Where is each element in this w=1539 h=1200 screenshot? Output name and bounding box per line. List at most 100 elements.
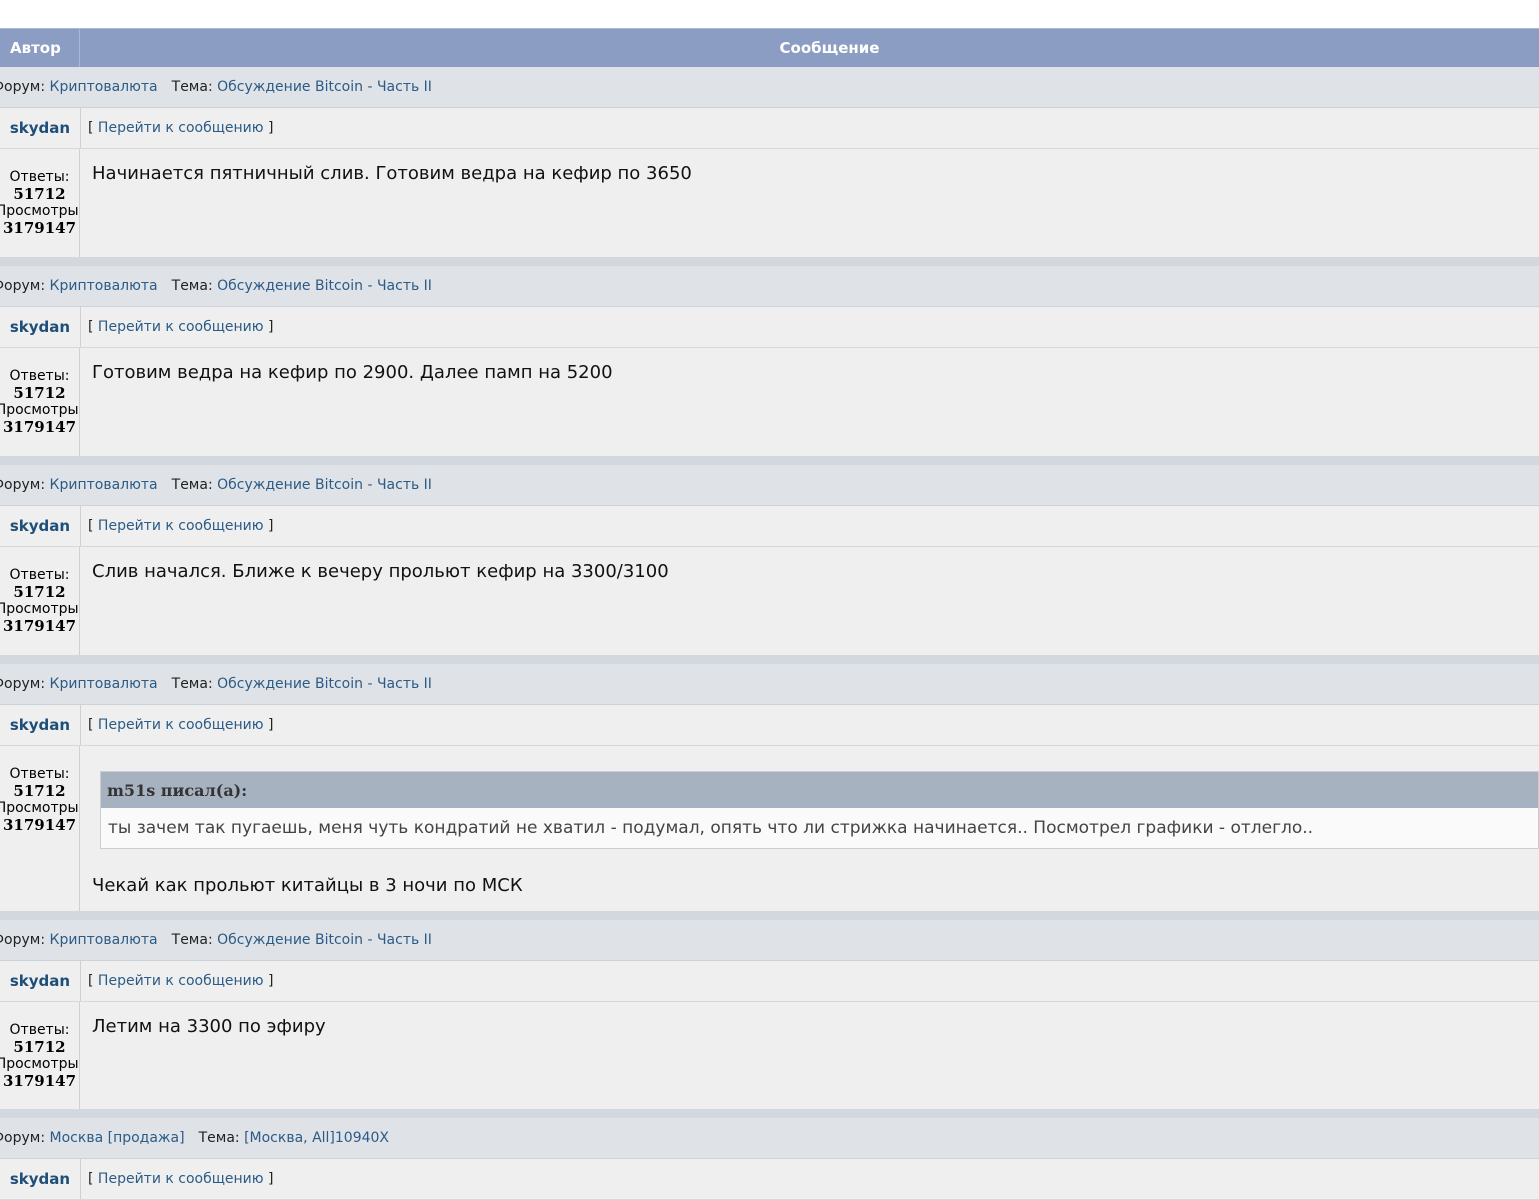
forum-link[interactable]: Криптовалюта	[50, 932, 158, 948]
bracket-open: [	[88, 717, 94, 733]
replies-label: Ответы:	[9, 567, 70, 583]
bracket-open: [	[88, 319, 94, 335]
bracket-open: [	[88, 973, 94, 989]
post-body-row: Ответы: 51712 Просмотры: 3179147 Начинае…	[0, 149, 1539, 257]
goto-post-link[interactable]: Перейти к сообщению	[98, 319, 264, 335]
post-context-row: Форум: Криптовалюта Тема: Обсуждение Bitc…	[0, 664, 1539, 705]
post-context-row: Форум: Москва [продажа] Тема: [Москва, Al…	[0, 1118, 1539, 1159]
post-message-area: m51s писал(а): ты зачем так пугаешь, мен…	[80, 746, 1539, 911]
forum-link[interactable]: Криптовалюта	[50, 79, 158, 95]
author-name[interactable]: skydan	[0, 961, 81, 1001]
replies-count: 51712	[13, 782, 66, 800]
post-block: Форум: Криптовалюта Тема: Обсуждение Bitc…	[0, 920, 1539, 1118]
views-label: Просмотры:	[0, 800, 80, 816]
message-column-header: Сообщение	[779, 39, 880, 57]
post-context-row: Форум: Криптовалюта Тема: Обсуждение Bitc…	[0, 67, 1539, 108]
topic-stats: Ответы: 51712 Просмотры: 3179147	[0, 746, 80, 911]
topic-link[interactable]: [Москва, All]10940X	[244, 1130, 389, 1146]
post-body-row: Ответы: 51712 Просмотры: 3179147 Летим н…	[0, 1002, 1539, 1109]
post-body-row: Ответы: 51712 Просмотры: 3179147 Слив на…	[0, 547, 1539, 655]
bracket-close: ]	[268, 973, 274, 989]
post-author-row: skydan [ Перейти к сообщению ]	[0, 307, 1539, 348]
bracket-open: [	[88, 120, 94, 136]
bracket-close: ]	[268, 518, 274, 534]
views-label: Просмотры:	[0, 203, 80, 219]
goto-post-link[interactable]: Перейти к сообщению	[98, 518, 264, 534]
replies-count: 51712	[13, 185, 66, 203]
post-context-row: Форум: Криптовалюта Тема: Обсуждение Bitc…	[0, 920, 1539, 961]
forum-label: Форум:	[0, 676, 46, 692]
post-author-row: skydan [ Перейти к сообщению ]	[0, 705, 1539, 746]
topic-label: Тема:	[171, 477, 213, 493]
views-count: 3179147	[2, 219, 77, 237]
bracket-open: [	[88, 518, 94, 534]
views-count: 3179147	[2, 418, 77, 436]
goto-post-wrapper: [ Перейти к сообщению ]	[81, 108, 274, 148]
author-name[interactable]: skydan	[0, 705, 81, 745]
topic-link[interactable]: Обсуждение Bitcoin - Часть II	[217, 79, 432, 95]
replies-label: Ответы:	[9, 766, 70, 782]
post-body-row: Ответы: 51712 Просмотры: 3179147 m51s пи…	[0, 746, 1539, 911]
topic-link[interactable]: Обсуждение Bitcoin - Часть II	[217, 676, 432, 692]
topic-stats: Ответы: 51712 Просмотры: 3179147	[0, 1002, 80, 1109]
topic-link[interactable]: Обсуждение Bitcoin - Часть II	[217, 278, 432, 294]
author-name[interactable]: skydan	[0, 307, 81, 347]
quote-text: ты зачем так пугаешь, меня чуть кондрати…	[108, 818, 1314, 838]
replies-label: Ответы:	[9, 169, 70, 185]
goto-post-link[interactable]: Перейти к сообщению	[98, 120, 264, 136]
post-context-row: Форум: Криптовалюта Тема: Обсуждение Bitc…	[0, 266, 1539, 307]
post-message: Начинается пятничный слив. Готовим ведра…	[92, 163, 692, 184]
topic-label: Тема:	[171, 676, 213, 692]
views-count: 3179147	[2, 617, 77, 635]
author-column-header: Автор	[0, 29, 80, 67]
topic-stats: Ответы: 51712 Просмотры: 3179147	[0, 348, 80, 456]
views-count: 3179147	[2, 1071, 77, 1090]
topic-label: Тема:	[171, 79, 213, 95]
replies-count: 51712	[13, 384, 66, 402]
goto-post-link[interactable]: Перейти к сообщению	[98, 1171, 264, 1187]
post-message: Слив начался. Ближе к вечеру прольют кеф…	[92, 561, 669, 582]
search-results-table: Автор Сообщение Форум: Криптовалюта Тема:…	[0, 28, 1539, 1200]
goto-post-wrapper: [ Перейти к сообщению ]	[81, 307, 274, 347]
table-header: Автор Сообщение	[0, 28, 1539, 67]
bracket-close: ]	[268, 717, 274, 733]
replies-count: 51712	[13, 583, 66, 601]
post-message: Летим на 3300 по эфиру	[92, 1016, 326, 1037]
views-count: 3179147	[2, 816, 77, 834]
post-block: Форум: Криптовалюта Тема: Обсуждение Bitc…	[0, 465, 1539, 664]
goto-post-wrapper: [ Перейти к сообщению ]	[81, 506, 274, 546]
author-name[interactable]: skydan	[0, 108, 81, 148]
post-block: Форум: Криптовалюта Тема: Обсуждение Bitc…	[0, 67, 1539, 266]
author-name[interactable]: skydan	[0, 506, 81, 546]
post-author-row: skydan [ Перейти к сообщению ]	[0, 1159, 1539, 1200]
post-author-row: skydan [ Перейти к сообщению ]	[0, 506, 1539, 547]
quote-block: m51s писал(а): ты зачем так пугаешь, мен…	[100, 771, 1539, 849]
topic-link[interactable]: Обсуждение Bitcoin - Часть II	[217, 932, 432, 948]
author-name[interactable]: skydan	[0, 1159, 81, 1199]
post-author-row: skydan [ Перейти к сообщению ]	[0, 108, 1539, 149]
forum-label: Форум:	[0, 1130, 46, 1146]
forum-link[interactable]: Москва [продажа]	[50, 1130, 185, 1146]
bracket-close: ]	[268, 120, 274, 136]
forum-link[interactable]: Криптовалюта	[50, 278, 158, 294]
topic-stats: Ответы: 51712 Просмотры: 3179147	[0, 149, 80, 257]
post-context-row: Форум: Криптовалюта Тема: Обсуждение Bitc…	[0, 465, 1539, 506]
topic-link[interactable]: Обсуждение Bitcoin - Часть II	[217, 477, 432, 493]
forum-link[interactable]: Криптовалюта	[50, 676, 158, 692]
replies-label: Ответы:	[9, 1021, 70, 1038]
replies-count: 51712	[13, 1037, 66, 1056]
goto-post-wrapper: [ Перейти к сообщению ]	[81, 705, 274, 745]
bracket-close: ]	[268, 319, 274, 335]
forum-label: Форум:	[0, 932, 46, 948]
forum-label: Форум:	[0, 278, 46, 294]
post-message: Готовим ведра на кефир по 2900. Далее па…	[92, 362, 613, 383]
goto-post-wrapper: [ Перейти к сообщению ]	[81, 961, 274, 1001]
topic-label: Тема:	[171, 932, 213, 948]
replies-label: Ответы:	[9, 368, 70, 384]
forum-label: Форум:	[0, 79, 46, 95]
forum-link[interactable]: Криптовалюта	[50, 477, 158, 493]
goto-post-link[interactable]: Перейти к сообщению	[98, 717, 264, 733]
topic-label: Тема:	[198, 1130, 240, 1146]
goto-post-link[interactable]: Перейти к сообщению	[98, 973, 264, 989]
topic-stats: Ответы: 51712 Просмотры: 3179147	[0, 547, 80, 655]
